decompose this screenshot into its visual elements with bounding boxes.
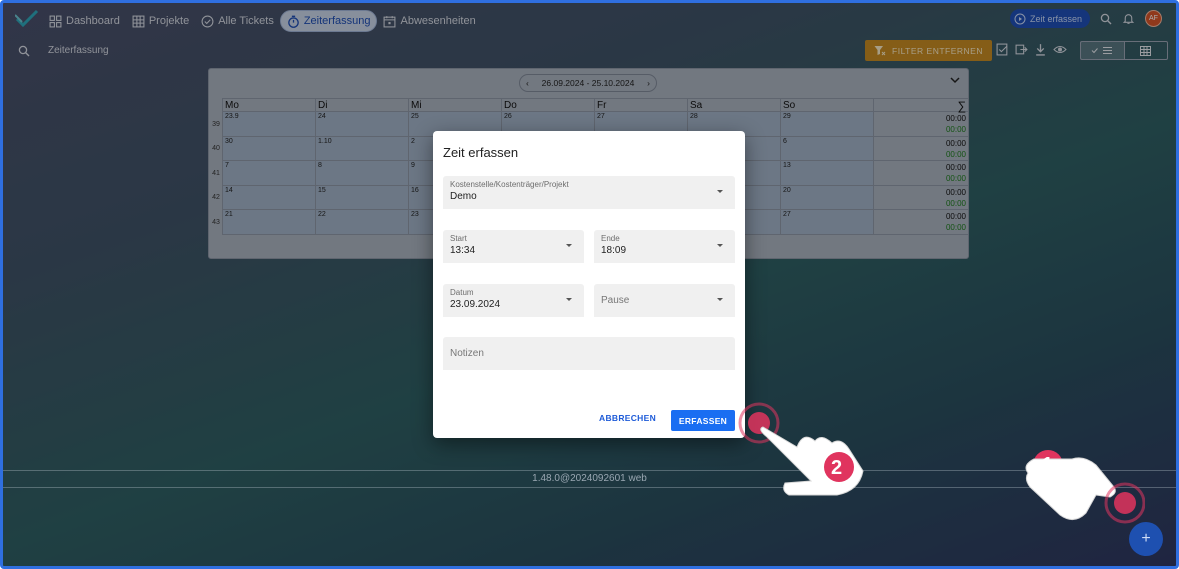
app-window: Dashboard Projekte Alle Tickets Zeiterfa…: [0, 0, 1179, 569]
notizen-field[interactable]: Notizen: [443, 337, 735, 370]
pause-select[interactable]: Pause: [594, 284, 735, 317]
datum-label: Datum: [450, 288, 474, 297]
zeit-erfassen-dialog: Zeit erfassen Kostenstelle/Kostenträger/…: [433, 131, 745, 438]
start-label: Start: [450, 234, 467, 243]
start-value: 13:34: [450, 245, 476, 256]
kostenstelle-value: Demo: [450, 191, 477, 202]
dropdown-arrow-icon: [717, 298, 723, 301]
pause-placeholder: Pause: [601, 295, 630, 306]
notizen-placeholder: Notizen: [450, 348, 484, 359]
start-select[interactable]: Start 13:34: [443, 230, 584, 263]
step1-number: 1: [1042, 454, 1054, 476]
dropdown-arrow-icon: [566, 298, 572, 301]
dropdown-arrow-icon: [717, 244, 723, 247]
cancel-button[interactable]: ABBRECHEN: [599, 413, 656, 423]
ende-value: 18:09: [601, 245, 627, 256]
datum-value: 23.09.2024: [450, 299, 501, 310]
kostenstelle-select[interactable]: Kostenstelle/Kostenträger/Projekt Demo: [443, 176, 735, 209]
ende-select[interactable]: Ende 18:09: [594, 230, 735, 263]
step2-number: 2: [831, 457, 843, 479]
dropdown-arrow-icon: [566, 244, 572, 247]
tap-hand-step1-icon: [1025, 450, 1145, 524]
version-footer: 1.48.0@2024092601 web: [3, 470, 1176, 488]
kostenstelle-label: Kostenstelle/Kostenträger/Projekt: [450, 180, 569, 189]
datum-select[interactable]: Datum 23.09.2024: [443, 284, 584, 317]
tap-hand-step2-icon: [738, 402, 864, 496]
dialog-title: Zeit erfassen: [443, 145, 519, 160]
submit-button[interactable]: ERFASSEN: [671, 410, 735, 431]
dropdown-arrow-icon: [717, 190, 723, 193]
ende-label: Ende: [601, 234, 620, 243]
